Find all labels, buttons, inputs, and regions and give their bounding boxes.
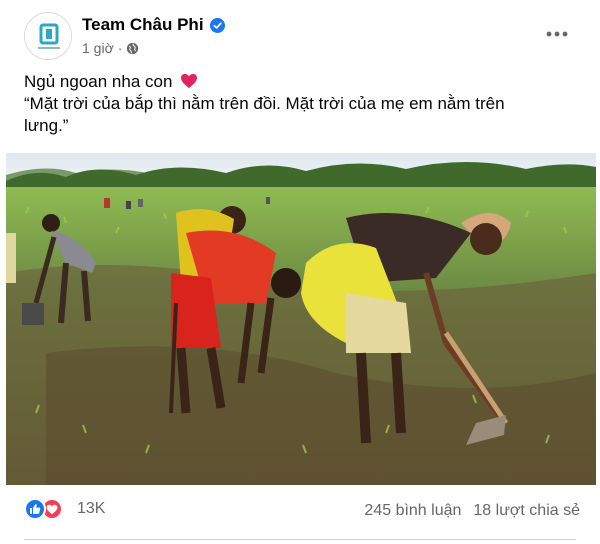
like-icon [24,498,46,520]
post-text-line-1: Ngủ ngoan nha con [24,71,574,93]
facebook-post-card: Team Châu Phi 1 giờ · Ngủ ngoan nha con [0,0,600,544]
comments-count[interactable]: 245 bình luận [364,502,461,520]
page-name-text[interactable]: Team Châu Phi [82,15,204,35]
page-avatar[interactable] [24,12,72,60]
post-photo[interactable] [6,153,596,485]
engagement-counts: 245 bình luận 18 lượt chia sẻ [364,502,580,520]
photo-illustration [6,153,596,485]
reactions-summary[interactable]: 13K [24,498,105,520]
more-options-icon [546,31,568,37]
globe-icon[interactable] [126,42,139,55]
page-name[interactable]: Team Châu Phi [82,15,225,35]
post-text-line-2: “Mặt trời của bắp thì nằm trên đồi. Mặt … [24,94,505,113]
verified-badge-icon [209,17,225,33]
more-options-button[interactable] [542,22,572,46]
post-meta: 1 giờ · [82,40,139,56]
meta-separator: · [117,40,123,56]
shares-count[interactable]: 18 lượt chia sẻ [473,502,580,520]
post-header: Team Châu Phi 1 giờ · [24,12,584,64]
post-text-line-3: lưng.” [24,116,69,135]
page-logo-icon [26,14,71,59]
post-timestamp[interactable]: 1 giờ [82,40,114,56]
post-text: Ngủ ngoan nha con “Mặt trời của bắp thì … [24,71,574,137]
post-stats: 13K 245 bình luận 18 lượt chia sẻ [24,494,580,530]
stats-divider [24,539,576,540]
red-heart-icon [181,73,198,89]
reaction-count[interactable]: 13K [77,500,105,518]
post-text-caption: Ngủ ngoan nha con [24,72,173,91]
